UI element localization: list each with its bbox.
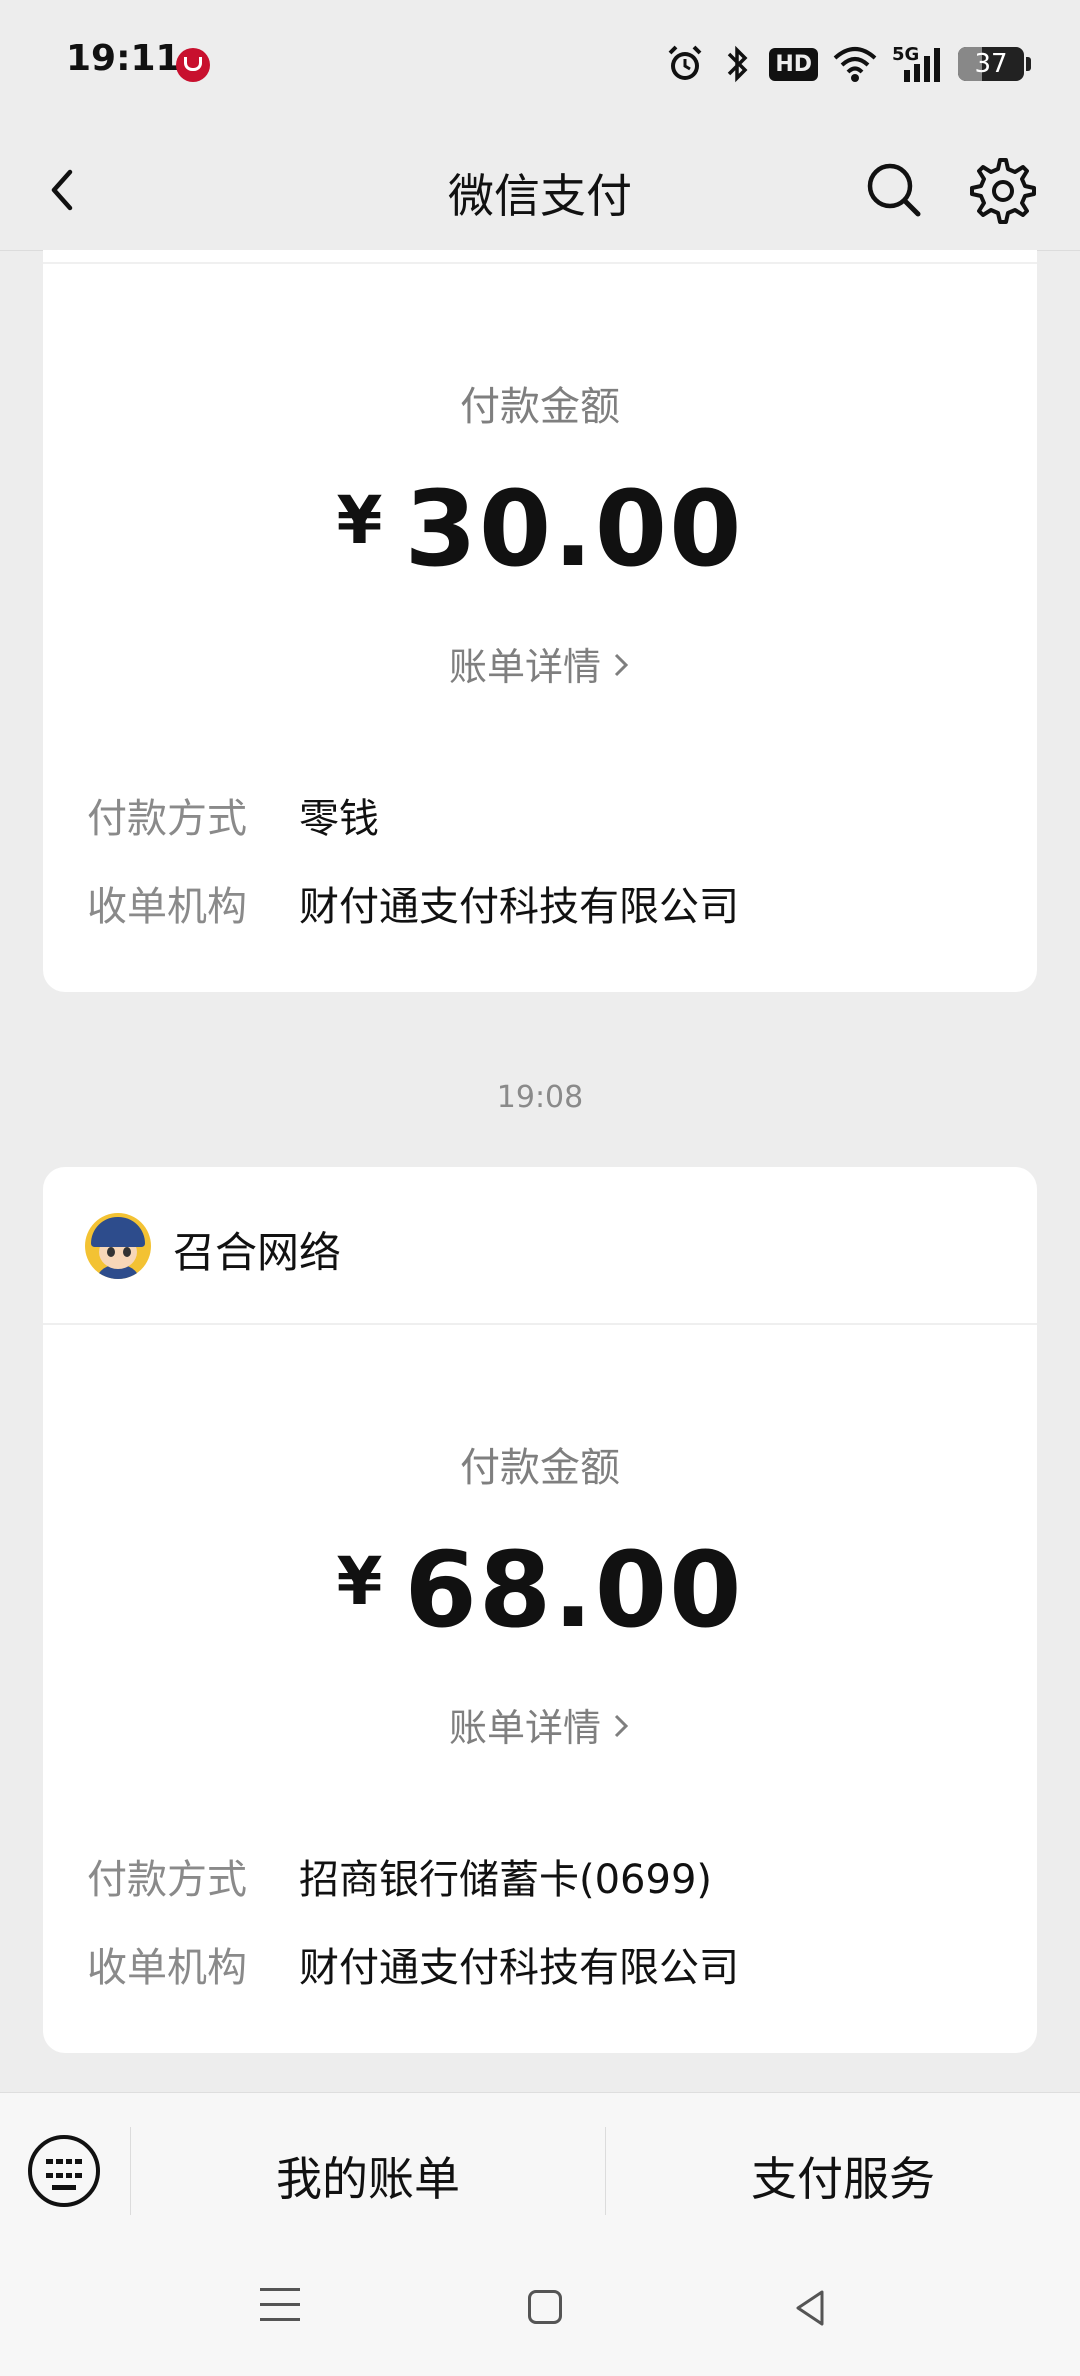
bottom-menu: 我的账单 支付服务 [0,2092,1080,2249]
status-time: 19:11 [66,38,181,79]
payment-method-key: 付款方式 [87,1857,247,1903]
payment-method-value: 零钱 [299,796,379,842]
merchant-avatar [85,1213,151,1279]
5g-signal-icon: 5G [892,44,944,84]
alarm-icon [668,45,702,80]
nav-bar: 微信支付 [0,130,1080,251]
home-icon[interactable] [528,2290,562,2324]
chevron-right-icon [614,653,629,677]
pay-service-button[interactable]: 支付服务 [606,2143,1080,2209]
bill-detail-link[interactable]: 账单详情 [43,636,1037,691]
my-bill-button[interactable]: 我的账单 [131,2143,605,2209]
status-icons: HD 5G 37 [665,42,1031,86]
message-time: 19:08 [496,1080,584,1115]
acquirer-key: 收单机构 [87,884,247,930]
back-triangle-icon[interactable] [790,2288,830,2328]
amount-value: 68.00 [404,1529,744,1651]
payment-method-value: 招商银行储蓄卡(0699) [299,1857,713,1903]
system-nav-bar [0,2248,1080,2376]
bill-detail-label: 账单详情 [448,1706,601,1750]
divider [43,262,1037,264]
menu-icon[interactable] [260,2288,300,2328]
battery-level: 37 [974,49,1008,79]
bluetooth-icon [728,45,748,83]
bill-detail-label: 账单详情 [448,645,601,689]
wifi-icon [833,47,877,82]
gear-icon[interactable] [968,156,1038,226]
currency-symbol: ¥ [336,1543,383,1620]
amount-label: 付款金额 [460,1445,620,1491]
merchant-header[interactable]: 召合网络 [43,1167,1037,1325]
amount: ¥68.00 [43,1529,1037,1651]
merchant-name: 召合网络 [173,1228,342,1277]
chevron-right-icon [614,1714,629,1738]
status-bar: 19:11 HD 5G 37 [0,0,1080,130]
search-icon[interactable] [862,158,926,222]
cmb-app-icon [176,48,210,82]
bill-detail-link[interactable]: 账单详情 [43,1697,1037,1752]
transaction-card[interactable]: 付款金额 ¥30.00 账单详情 付款方式 零钱 收单机构 财付通支付科技有限公… [43,250,1037,992]
transaction-card[interactable]: 召合网络 付款金额 ¥68.00 账单详情 付款方式 招商银行储蓄卡(0699)… [43,1167,1037,2053]
battery-icon: 37 [958,47,1031,81]
amount-value: 30.00 [404,468,744,590]
payment-method-key: 付款方式 [87,796,247,842]
acquirer-value: 财付通支付科技有限公司 [299,1945,739,1991]
hd-icon: HD [769,47,818,81]
acquirer-key: 收单机构 [87,1945,247,1991]
acquirer-value: 财付通支付科技有限公司 [299,884,739,930]
keyboard-icon[interactable] [28,2135,100,2207]
amount: ¥30.00 [43,468,1037,590]
currency-symbol: ¥ [336,482,383,559]
amount-label: 付款金额 [460,384,620,430]
